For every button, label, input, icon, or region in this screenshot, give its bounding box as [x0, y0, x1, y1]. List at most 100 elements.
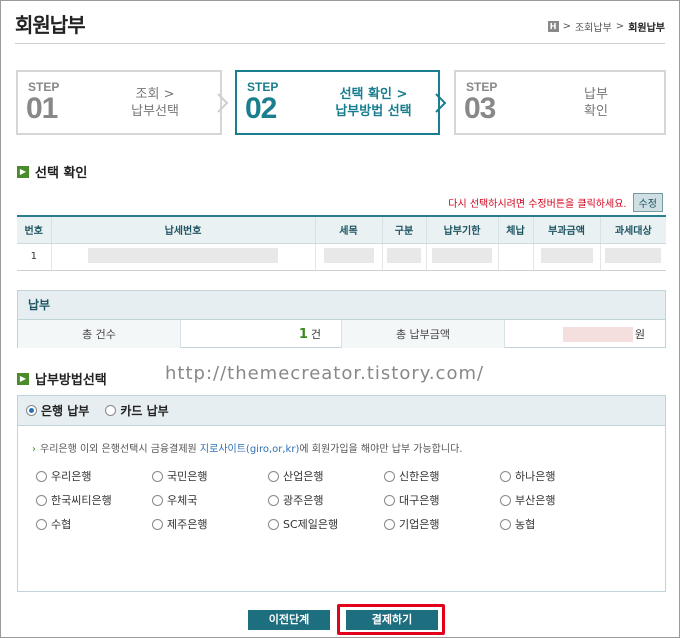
- method-option-label: 은행 납부: [41, 404, 90, 418]
- step-arrow-icon: [217, 93, 229, 113]
- radio-icon[interactable]: [268, 494, 279, 506]
- bank-option[interactable]: 부산은행: [500, 492, 616, 508]
- table-header-row: 번호 납세번호 세목 구분 납부기한 체납 부과금액 과세대상: [17, 216, 666, 244]
- edit-button[interactable]: 수정: [632, 193, 663, 212]
- redacted-cell: [315, 243, 383, 271]
- bank-label: 수협: [51, 518, 72, 531]
- bank-label: 부산은행: [515, 494, 556, 507]
- step-arrow-icon: [435, 93, 447, 113]
- bank-option[interactable]: 하나은행: [500, 468, 616, 484]
- breadcrumb-separator: >: [562, 21, 571, 32]
- redacted-cell: [533, 243, 601, 271]
- bank-option[interactable]: 기업은행: [384, 516, 500, 532]
- bank-label: 신한은행: [399, 470, 440, 483]
- redacted-cell: [426, 243, 499, 271]
- column-header: 번호: [17, 216, 52, 244]
- bank-label: 우체국: [167, 494, 198, 507]
- total-amount-value: 원: [505, 320, 665, 348]
- redacted-value: [323, 247, 374, 263]
- radio-icon[interactable]: [36, 470, 47, 482]
- bank-option[interactable]: 제주은행: [152, 516, 268, 532]
- step-label-line2: 납부방법 선택: [335, 104, 412, 119]
- radio-icon[interactable]: [268, 470, 279, 482]
- radio-selected-icon[interactable]: [26, 405, 37, 416]
- bank-label: 산업은행: [283, 470, 324, 483]
- radio-icon[interactable]: [152, 494, 163, 506]
- bank-option[interactable]: 농협: [500, 516, 616, 532]
- redacted-cell: [498, 243, 534, 271]
- row-number: 1: [17, 243, 52, 271]
- radio-icon[interactable]: [268, 518, 279, 530]
- info-text: 에 회원가입을 해야만 납부 가능합니다.: [299, 444, 463, 455]
- breadcrumb-item-inquiry[interactable]: 조회납부: [575, 19, 612, 34]
- bank-option[interactable]: 국민은행: [152, 468, 268, 484]
- selection-table: 번호 납세번호 세목 구분 납부기한 체납 부과금액 과세대상 1: [17, 215, 666, 271]
- bank-label: 한국씨티은행: [51, 494, 112, 507]
- breadcrumb: H > 조회납부 > 회원납부: [547, 19, 665, 34]
- edit-notice: 다시 선택하시려면 수정버튼을 클릭하세요. 수정: [448, 193, 663, 212]
- page-frame: 회원납부 H > 조회납부 > 회원납부 STEP 01 조회 > 납부선택 S…: [0, 0, 680, 638]
- radio-icon[interactable]: [152, 470, 163, 482]
- bank-label: 제주은행: [167, 518, 208, 531]
- redacted-amount: [562, 326, 633, 342]
- bank-label: SC제일은행: [283, 518, 339, 531]
- radio-icon[interactable]: [36, 494, 47, 506]
- pay-button[interactable]: 결제하기: [346, 610, 438, 630]
- total-amount-unit: 원: [634, 328, 645, 341]
- method-option-bank[interactable]: 은행 납부: [26, 402, 89, 419]
- section-bullet-icon: ▶: [17, 372, 29, 385]
- bank-option[interactable]: 우체국: [152, 492, 268, 508]
- method-option-card[interactable]: 카드 납부: [105, 402, 169, 419]
- bank-option[interactable]: 신한은행: [384, 468, 500, 484]
- giro-site-link[interactable]: 지로사이트(giro,or,kr): [200, 444, 299, 455]
- home-icon[interactable]: H: [547, 21, 559, 32]
- total-count-number: 1: [298, 326, 308, 342]
- total-count-unit: 건: [310, 328, 321, 341]
- payment-method-panel: 은행 납부 카드 납부 › 우리은행 이외 은행선택시 금융결제원 지로사이트(g…: [17, 395, 666, 592]
- section-heading-method: ▶ 납부방법선택: [17, 369, 107, 388]
- column-header: 납부기한: [426, 216, 499, 244]
- watermark-text: http://themecreator.tistory.com/: [165, 363, 485, 384]
- step-label: 선택 확인 > 납부방법 선택: [317, 86, 430, 120]
- bank-option[interactable]: 산업은행: [268, 468, 384, 484]
- breadcrumb-separator: >: [615, 21, 625, 32]
- column-header: 납세번호: [51, 216, 316, 244]
- step-number: 03: [464, 92, 496, 125]
- bank-option[interactable]: SC제일은행: [268, 516, 384, 532]
- payment-row: 총 건수 1 건 총 납부금액 원: [18, 320, 665, 348]
- redacted-cell: [382, 243, 427, 271]
- redacted-value: [605, 247, 662, 263]
- step-2-active: STEP 02 선택 확인 > 납부방법 선택: [235, 70, 440, 135]
- redacted-value: [540, 247, 593, 263]
- radio-icon[interactable]: [105, 405, 117, 416]
- payment-summary: 납부 총 건수 1 건 총 납부금액 원: [17, 290, 666, 348]
- breadcrumb-item-current: 회원납부: [628, 23, 665, 34]
- radio-icon[interactable]: [384, 518, 395, 530]
- radio-icon[interactable]: [152, 518, 163, 530]
- previous-step-button[interactable]: 이전단계: [248, 610, 330, 630]
- bank-label: 기업은행: [399, 518, 440, 531]
- total-amount-label: 총 납부금액: [342, 320, 505, 348]
- radio-icon[interactable]: [500, 518, 511, 530]
- bank-option-grid: 우리은행 국민은행 산업은행 신한은행 하나은행 한국씨티은행 우체국 광주은행…: [36, 468, 616, 532]
- bank-label: 농협: [515, 518, 536, 531]
- bank-option[interactable]: 한국씨티은행: [36, 492, 152, 508]
- radio-icon[interactable]: [500, 494, 511, 506]
- radio-icon[interactable]: [500, 470, 511, 482]
- redacted-cell: [51, 243, 316, 271]
- bank-option[interactable]: 광주은행: [268, 492, 384, 508]
- info-text: 우리은행 이외 은행선택시 금융결제원: [40, 444, 200, 455]
- step-number: 01: [26, 92, 58, 125]
- bank-label: 우리은행: [51, 470, 92, 483]
- bank-option[interactable]: 대구은행: [384, 492, 500, 508]
- radio-icon[interactable]: [384, 470, 395, 482]
- bank-option[interactable]: 우리은행: [36, 468, 152, 484]
- column-header: 과세대상: [600, 216, 666, 244]
- radio-icon[interactable]: [384, 494, 395, 506]
- payment-method-tabs: 은행 납부 카드 납부: [18, 396, 665, 426]
- bank-info-line: › 우리은행 이외 은행선택시 금융결제원 지로사이트(giro,or,kr)에 …: [32, 440, 462, 455]
- bank-option[interactable]: 수협: [36, 516, 152, 532]
- section-bullet-icon: ▶: [17, 165, 29, 178]
- step-label-line1: 납부: [584, 87, 608, 102]
- radio-icon[interactable]: [36, 518, 47, 530]
